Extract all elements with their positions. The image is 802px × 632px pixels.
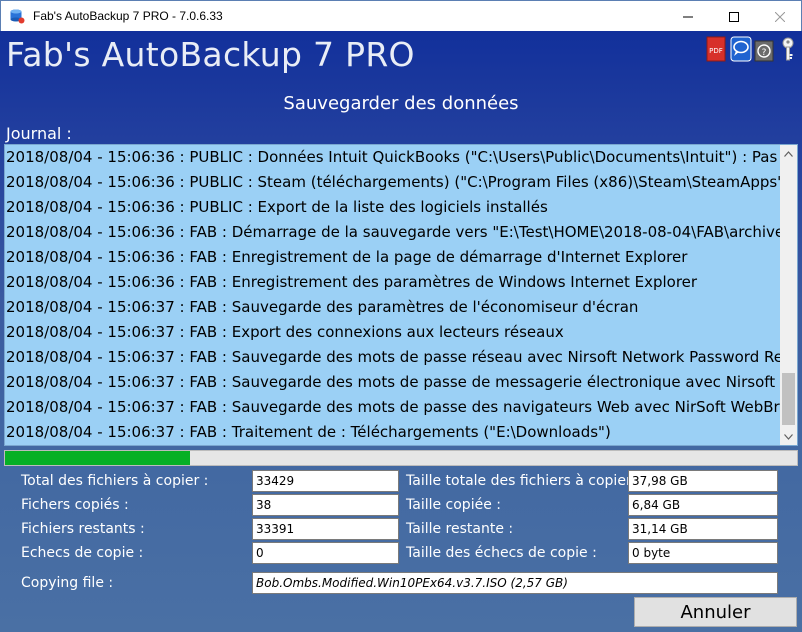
journal-line: 2018/08/04 - 15:06:37 : FAB : Sauvegarde… <box>6 298 639 316</box>
cancel-button[interactable]: Annuler <box>634 597 797 627</box>
chat-icon[interactable] <box>730 36 752 62</box>
window-titlebar: Fab's AutoBackup 7 PRO - 7.0.6.33 <box>0 0 802 31</box>
copied-files-value: 38 <box>252 494 399 516</box>
window-title: Fab's AutoBackup 7 PRO - 7.0.6.33 <box>33 9 223 23</box>
header-toolbar: PDF ? <box>706 36 798 62</box>
copying-file-label: Copying file : <box>21 575 114 591</box>
app-title: Fab's AutoBackup 7 PRO <box>6 35 415 74</box>
journal-line: 2018/08/04 - 15:06:37 : FAB : Traitement… <box>6 423 611 441</box>
total-size-value: 37,98 GB <box>628 470 778 492</box>
copying-file-value: Bob.Ombs.Modified.Win10PEx64.v3.7.ISO (2… <box>252 572 778 594</box>
journal-lines: 2018/08/04 - 15:06:36 : PUBLIC : Données… <box>5 145 781 445</box>
failed-size-label: Taille des échecs de copie : <box>406 545 597 561</box>
total-size-label: Taille totale des fichiers à copier : <box>406 473 641 489</box>
total-files-value: 33429 <box>252 470 399 492</box>
journal-line: 2018/08/04 - 15:06:36 : PUBLIC : Export … <box>6 198 548 216</box>
copied-size-value: 6,84 GB <box>628 494 778 516</box>
failed-size-value: 0 byte <box>628 542 778 564</box>
failed-copies-label: Echecs de copie : <box>21 545 144 561</box>
minimize-button[interactable] <box>665 1 711 32</box>
remaining-files-value: 33391 <box>252 518 399 540</box>
backup-progress-bar <box>4 450 798 466</box>
journal-line: 2018/08/04 - 15:06:36 : FAB : Enregistre… <box>6 273 698 291</box>
remaining-size-value: 31,14 GB <box>628 518 778 540</box>
failed-copies-value: 0 <box>252 542 399 564</box>
journal-line: 2018/08/04 - 15:06:37 : FAB : Sauvegarde… <box>6 373 781 391</box>
journal-line: 2018/08/04 - 15:06:36 : PUBLIC : Données… <box>6 148 781 166</box>
copied-files-label: Fichers copiés : <box>21 497 129 513</box>
close-button[interactable] <box>757 1 802 32</box>
journal-line: 2018/08/04 - 15:06:36 : FAB : Démarrage … <box>6 223 781 241</box>
journal-line: 2018/08/04 - 15:06:36 : PUBLIC : Steam (… <box>6 173 781 191</box>
svg-text:PDF: PDF <box>709 47 723 55</box>
journal-line: 2018/08/04 - 15:06:37 : FAB : Sauvegarde… <box>6 398 781 416</box>
app-database-icon <box>9 8 25 24</box>
copied-size-label: Taille copiée : <box>406 497 501 513</box>
journal-line: 2018/08/04 - 15:06:37 : FAB : Export des… <box>6 323 564 341</box>
journal-line: 2018/08/04 - 15:06:36 : FAB : Enregistre… <box>6 248 688 266</box>
scroll-thumb[interactable] <box>782 373 795 425</box>
key-icon[interactable] <box>778 36 798 62</box>
maximize-button[interactable] <box>711 1 757 32</box>
scroll-up-arrow-icon[interactable] <box>780 145 797 162</box>
journal-log[interactable]: 2018/08/04 - 15:06:36 : PUBLIC : Données… <box>4 144 798 446</box>
progress-fill <box>5 451 191 465</box>
journal-line: 2018/08/04 - 15:06:37 : FAB : Sauvegarde… <box>6 348 781 366</box>
scroll-down-arrow-icon[interactable] <box>780 428 797 445</box>
remaining-files-label: Fichiers restants : <box>21 521 145 537</box>
journal-label: Journal : <box>6 124 72 143</box>
svg-text:?: ? <box>762 48 767 58</box>
remaining-size-label: Taille restante : <box>406 521 514 537</box>
main-panel: Fab's AutoBackup 7 PRO PDF ? Sauvegarder… <box>0 31 802 632</box>
pdf-icon[interactable]: PDF <box>706 36 726 62</box>
total-files-label: Total des fichiers à copier : <box>21 473 209 489</box>
help-icon[interactable]: ? <box>754 36 774 62</box>
journal-scrollbar[interactable] <box>780 145 797 445</box>
page-title: Sauvegarder des données <box>283 93 519 114</box>
